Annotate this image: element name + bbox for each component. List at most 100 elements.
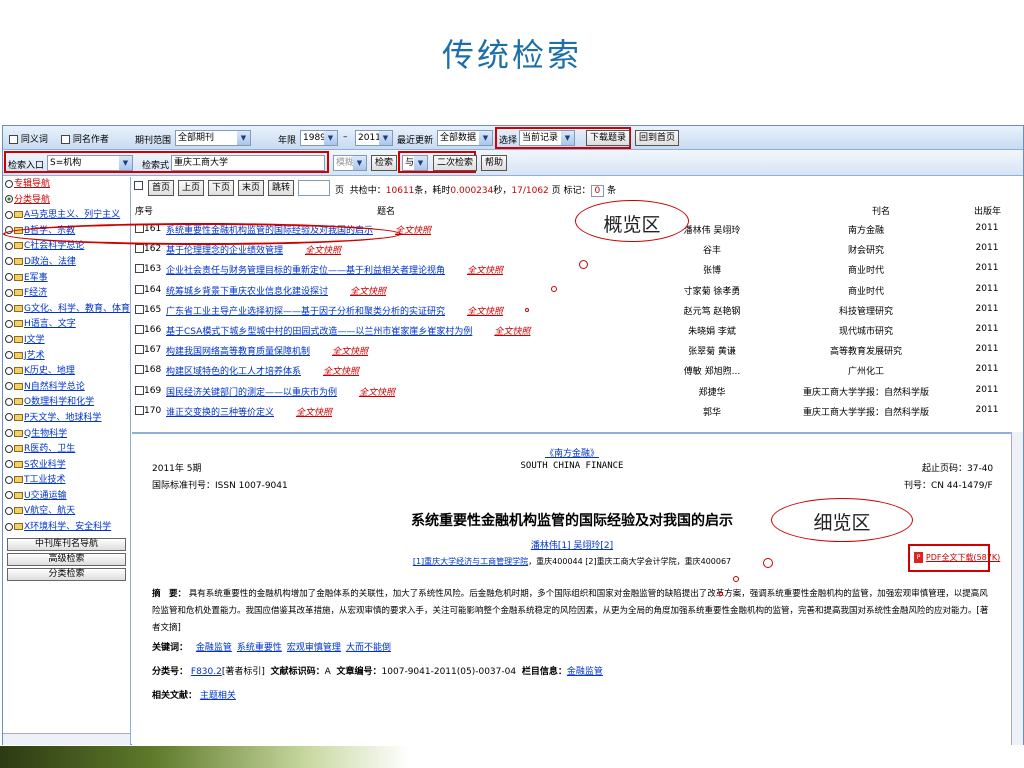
choose-select[interactable]: 当前记录 ▼ — [519, 130, 575, 146]
journal-range-select[interactable]: 全部期刊 ▼ — [175, 130, 251, 146]
sidebar-item[interactable]: T工业技术 — [3, 473, 130, 489]
full-text-link[interactable]: 全文快照 — [467, 266, 503, 276]
same-author-checkbox[interactable] — [61, 135, 70, 144]
row-checkbox[interactable] — [135, 264, 144, 274]
row-number: 162 — [135, 244, 161, 254]
row-title-link[interactable]: 构建区域特色的化工人才培养体系 全文快照 — [166, 364, 359, 377]
row-title-link[interactable]: 基于CSA模式下城乡型城中村的田园式改造——以兰州市崔家崖乡崔家村为例 全文快照 — [166, 324, 530, 337]
column-link[interactable]: 金融监管 — [567, 667, 603, 677]
query-input[interactable]: 重庆工商大学 — [171, 155, 325, 171]
next-page-button[interactable]: 下页 — [208, 180, 235, 196]
row-title-link[interactable]: 国民经济关键部门的测定——以重庆市为例 全文快照 — [166, 385, 395, 398]
sidebar-item[interactable]: N自然科学总论 — [3, 380, 130, 396]
home-button[interactable]: 回到首页 — [635, 130, 680, 146]
row-checkbox[interactable] — [135, 244, 144, 254]
first-page-button[interactable]: 首页 — [148, 180, 175, 196]
sidebar-item[interactable]: 专辑导航 — [3, 177, 130, 193]
keyword-link[interactable]: 宏观审慎管理 — [287, 643, 341, 653]
row-checkbox[interactable] — [135, 385, 144, 395]
sidebar-item[interactable]: J艺术 — [3, 349, 130, 365]
fuzzy-select[interactable]: 模糊 ▼ — [333, 155, 367, 171]
sidebar-button[interactable]: 中刊库刊名导航 — [7, 537, 126, 551]
recent-update-select[interactable]: 全部数据 ▼ — [437, 130, 493, 146]
class-link[interactable]: F830.2 — [191, 667, 222, 677]
radio-icon — [5, 179, 13, 188]
sidebar-item[interactable]: V航空、航天 — [3, 504, 130, 520]
sidebar-item[interactable]: E军事 — [3, 271, 130, 287]
row-title-link[interactable]: 谁正交变换的三种等价定义 全文快照 — [166, 405, 332, 418]
page-number-input[interactable] — [298, 180, 330, 196]
full-text-link[interactable]: 全文快照 — [305, 246, 341, 256]
sidebar-scrollbar[interactable] — [3, 733, 130, 745]
full-text-link[interactable]: 全文快照 — [350, 287, 386, 297]
row-journal: 南方金融 — [847, 226, 884, 236]
last-page-button[interactable]: 末页 — [238, 180, 265, 196]
radio-icon — [5, 257, 13, 266]
pdf-download-link[interactable]: P PDF全文下载(587K) — [914, 552, 1000, 563]
detail-panel: 《南方金融》 SOUTH CHINA FINANCE 2011年 5期 起止页码… — [132, 432, 1012, 745]
keyword-link[interactable]: 大而不能倒 — [346, 643, 391, 653]
entry-select[interactable]: S=机构 ▼ — [47, 155, 133, 171]
sidebar-item[interactable]: U交通运输 — [3, 489, 130, 505]
full-text-link[interactable]: 全文快照 — [359, 388, 395, 398]
sidebar-item[interactable]: H语言、文字 — [3, 317, 130, 333]
row-journal: 商业时代 — [847, 266, 884, 277]
sidebar-item[interactable]: R医药、卫生 — [3, 442, 130, 458]
sidebar-item[interactable]: P天文学、地球科学 — [3, 411, 130, 427]
full-text-link[interactable]: 全文快照 — [332, 347, 368, 357]
sidebar-item[interactable]: G文化、科学、教育、体育 — [3, 302, 130, 318]
row-checkbox[interactable] — [135, 345, 144, 355]
sidebar-item[interactable]: A马克思主义、列宁主义 — [3, 208, 130, 224]
bubble-dot — [579, 260, 588, 269]
keyword-link[interactable]: 系统重要性 — [237, 643, 282, 653]
full-text-link[interactable]: 全文快照 — [494, 327, 530, 337]
sidebar-item[interactable]: K历史、地理 — [3, 364, 130, 380]
sidebar-button[interactable]: 分类检索 — [7, 567, 126, 581]
row-checkbox[interactable] — [135, 304, 144, 314]
related-link[interactable]: 主题相关 — [200, 691, 236, 701]
secondary-search-button[interactable]: 二次检索 — [433, 155, 478, 171]
year-from-select[interactable]: 1989 ▼ — [300, 130, 338, 146]
sidebar-button[interactable]: 高级检索 — [7, 552, 126, 566]
query-label: 检索式 — [142, 161, 170, 171]
year-to-select[interactable]: 2011 ▼ — [355, 130, 393, 146]
sidebar-item[interactable]: I文学 — [3, 333, 130, 349]
full-text-link[interactable]: 全文快照 — [296, 408, 332, 418]
synonym-checkbox[interactable] — [9, 135, 18, 144]
row-checkbox[interactable] — [135, 325, 144, 334]
select-all-checkbox[interactable] — [134, 181, 143, 190]
prev-page-button[interactable]: 上页 — [178, 180, 205, 196]
keyword-link[interactable]: 金融监管 — [196, 643, 232, 653]
sidebar-item[interactable]: S农业科学 — [3, 458, 130, 474]
row-title-link[interactable]: 广东省工业主导产业选择初探——基于因子分析和聚类分析的实证研究 全文快照 — [166, 304, 503, 317]
sidebar-item[interactable]: 分类导航 — [3, 193, 130, 209]
full-text-link[interactable]: 全文快照 — [467, 307, 503, 317]
sidebar-item-label: X环境科学、安全科学 — [24, 522, 112, 533]
sidebar-item[interactable]: O数理科学和化学 — [3, 395, 130, 411]
jump-button[interactable]: 跳转 — [268, 180, 295, 196]
sidebar-item[interactable]: Q生物科学 — [3, 427, 130, 443]
article-authors[interactable]: 潘林伟[1] 吴翊玲[2] — [132, 538, 1012, 551]
row-title-link[interactable]: 构建我国网络高等教育质量保障机制 全文快照 — [166, 344, 368, 357]
sidebar-item[interactable]: X环境科学、安全科学 — [3, 520, 130, 536]
row-checkbox[interactable] — [135, 284, 144, 294]
detail-scrollbar[interactable] — [1011, 432, 1023, 745]
row-title-link[interactable]: 基于伦理理念的企业绩效管理 全文快照 — [166, 243, 341, 256]
row-checkbox[interactable] — [135, 405, 144, 415]
sidebar-item-label: 专辑导航 — [14, 179, 51, 189]
row-checkbox[interactable] — [135, 365, 144, 375]
download-records-button[interactable]: 下载题录 — [586, 130, 631, 146]
sidebar-item[interactable]: D政治、法律 — [3, 255, 130, 271]
logic-select[interactable]: 与 ▼ — [402, 155, 428, 171]
row-number: 166 — [135, 325, 161, 335]
journal-cn-link[interactable]: 《南方金融》 — [132, 446, 1012, 459]
row-title-link[interactable]: 统筹城乡背景下重庆农业信息化建设探讨 全文快照 — [166, 284, 386, 297]
row-title-link[interactable]: 企业社会责任与财务管理目标的重新定位——基于利益相关者理论视角 全文快照 — [166, 263, 503, 276]
sidebar-item[interactable]: F经济 — [3, 286, 130, 302]
sidebar-item-label: H语言、文字 — [24, 319, 76, 330]
search-button[interactable]: 检索 — [371, 155, 398, 171]
full-text-link[interactable]: 全文快照 — [323, 367, 359, 377]
row-year: 2011 — [975, 344, 999, 355]
help-button[interactable]: 帮助 — [481, 155, 508, 171]
affiliation-link[interactable]: [1]重庆大学经济与工商管理学院 — [413, 557, 528, 566]
